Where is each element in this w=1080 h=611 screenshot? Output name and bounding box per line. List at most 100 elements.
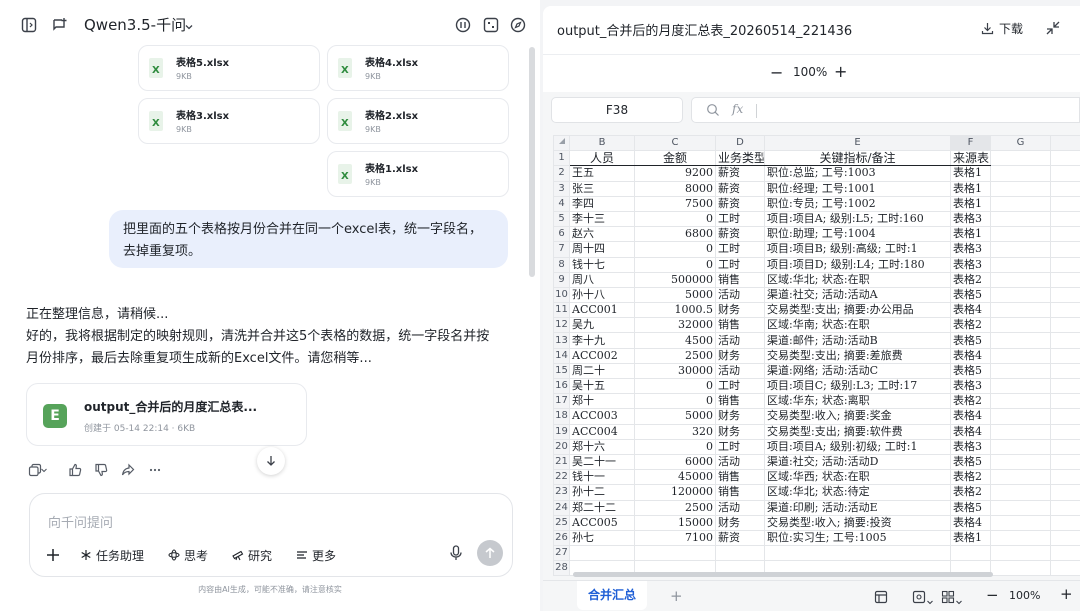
table-cell[interactable]: 工时: [715, 438, 765, 455]
row-number[interactable]: 12: [553, 317, 570, 334]
sheet-tab[interactable]: 合并汇总: [577, 581, 647, 610]
row-number[interactable]: 15: [553, 362, 570, 380]
zoom-out-button[interactable]: −: [770, 63, 783, 82]
table-cell[interactable]: 赵六: [569, 226, 635, 243]
table-cell[interactable]: 工时: [715, 377, 765, 395]
table-cell[interactable]: 业务类型: [715, 150, 765, 167]
table-cell[interactable]: [1050, 423, 1080, 440]
chat-scrollbar[interactable]: [529, 47, 535, 277]
thumbs-down-icon[interactable]: [92, 461, 110, 479]
table-cell[interactable]: 工时: [715, 256, 765, 273]
row-number[interactable]: 22: [553, 469, 570, 486]
table-cell[interactable]: [990, 514, 1051, 531]
table-cell[interactable]: 李十九: [569, 332, 635, 349]
table-cell[interactable]: 薪资: [715, 195, 765, 212]
table-cell[interactable]: 表格1: [950, 195, 991, 212]
zoom-in-button[interactable]: +: [834, 62, 847, 81]
table-cell[interactable]: [990, 317, 1051, 334]
table-cell[interactable]: 来源表: [950, 150, 991, 167]
table-cell[interactable]: 9200: [634, 165, 716, 182]
table-cell[interactable]: [1050, 302, 1080, 319]
table-cell[interactable]: 渠道:邮件; 活动:活动B: [764, 332, 951, 349]
table-cell[interactable]: 财务: [715, 302, 765, 319]
table-cell[interactable]: 区域:华西; 状态:在职: [764, 469, 951, 486]
table-cell[interactable]: 0: [634, 438, 716, 455]
table-cell[interactable]: 张三: [569, 180, 635, 197]
table-cell[interactable]: [1050, 469, 1080, 486]
table-cell[interactable]: 表格2: [950, 317, 991, 334]
table-cell[interactable]: 15000: [634, 514, 716, 531]
table-cell[interactable]: 周二十: [569, 362, 635, 380]
table-cell[interactable]: 职位:经理; 工号:1001: [764, 180, 951, 197]
layout-icon[interactable]: [912, 589, 926, 608]
table-cell[interactable]: [990, 499, 1051, 516]
formula-bar[interactable]: fx: [691, 97, 1080, 123]
zoom-out-button[interactable]: −: [986, 586, 999, 604]
table-cell[interactable]: 钱十七: [569, 256, 635, 273]
table-cell[interactable]: 8000: [634, 180, 716, 197]
table-cell[interactable]: 0: [634, 241, 716, 258]
table-cell[interactable]: [990, 165, 1051, 182]
table-cell[interactable]: [990, 332, 1051, 349]
table-cell[interactable]: [1050, 150, 1080, 167]
table-cell[interactable]: [1050, 529, 1080, 547]
table-cell[interactable]: [1050, 241, 1080, 258]
row-number[interactable]: 27: [553, 545, 570, 562]
table-cell[interactable]: 交易类型:支出; 摘要:差旅费: [764, 347, 951, 364]
table-cell[interactable]: [990, 529, 1051, 547]
table-cell[interactable]: 渠道:社交; 活动:活动D: [764, 453, 951, 471]
table-cell[interactable]: ACC001: [569, 302, 635, 319]
table-cell[interactable]: [990, 545, 1051, 562]
table-cell[interactable]: [990, 180, 1051, 197]
row-number[interactable]: 11: [553, 302, 570, 319]
table-cell[interactable]: 7500: [634, 195, 716, 212]
table-cell[interactable]: 职位:总监; 工号:1003: [764, 165, 951, 182]
table-cell[interactable]: 表格4: [950, 347, 991, 364]
table-cell[interactable]: [634, 545, 716, 562]
table-cell[interactable]: 表格3: [950, 377, 991, 395]
table-cell[interactable]: 2500: [634, 347, 716, 364]
row-number[interactable]: 8: [553, 256, 570, 273]
table-cell[interactable]: 表格5: [950, 286, 991, 304]
grid-view-icon[interactable]: [941, 589, 955, 608]
research-button[interactable]: 研究: [232, 546, 272, 564]
row-number[interactable]: 26: [553, 529, 570, 547]
table-cell[interactable]: [990, 256, 1051, 273]
row-number[interactable]: 2: [553, 165, 570, 182]
select-all-corner[interactable]: [553, 134, 570, 152]
table-cell[interactable]: [1050, 499, 1080, 516]
row-number[interactable]: 20: [553, 438, 570, 455]
table-cell[interactable]: 薪资: [715, 180, 765, 197]
row-number[interactable]: 24: [553, 499, 570, 516]
table-cell[interactable]: 表格1: [950, 529, 991, 547]
table-cell[interactable]: 吴十五: [569, 377, 635, 395]
table-cell[interactable]: [1050, 377, 1080, 395]
table-cell[interactable]: 表格1: [950, 165, 991, 182]
table-cell[interactable]: [990, 362, 1051, 380]
table-cell[interactable]: 1000.5: [634, 302, 716, 319]
table-cell[interactable]: 表格1: [950, 180, 991, 197]
table-cell[interactable]: 活动: [715, 362, 765, 380]
row-number[interactable]: 18: [553, 408, 570, 425]
table-cell[interactable]: 交易类型:支出; 摘要:软件费: [764, 423, 951, 440]
table-cell[interactable]: [990, 271, 1051, 288]
table-cell[interactable]: [990, 241, 1051, 258]
discover-icon[interactable]: [508, 15, 528, 35]
table-cell[interactable]: 表格4: [950, 408, 991, 425]
zoom-in-button[interactable]: +: [1060, 585, 1073, 603]
chevron-down-icon[interactable]: [39, 461, 49, 479]
table-cell[interactable]: 金额: [634, 150, 716, 167]
table-cell[interactable]: 表格2: [950, 393, 991, 410]
table-cell[interactable]: [1050, 195, 1080, 212]
table-cell[interactable]: [1050, 560, 1080, 577]
table-cell[interactable]: 职位:助理; 工号:1004: [764, 226, 951, 243]
row-number[interactable]: 16: [553, 377, 570, 395]
table-cell[interactable]: 表格2: [950, 484, 991, 501]
table-cell[interactable]: ACC003: [569, 408, 635, 425]
spreadsheet-grid[interactable]: BCDEFG 1 人员 金额 业务类型 关键指标/备注 来源表 2 王五 9200 薪资 职位:总监…: [553, 134, 1080, 577]
scroll-to-bottom-button[interactable]: [257, 447, 285, 475]
table-cell[interactable]: 财务: [715, 423, 765, 440]
table-cell[interactable]: [1050, 271, 1080, 288]
share-icon[interactable]: [119, 461, 137, 479]
row-number[interactable]: 1: [553, 150, 570, 167]
